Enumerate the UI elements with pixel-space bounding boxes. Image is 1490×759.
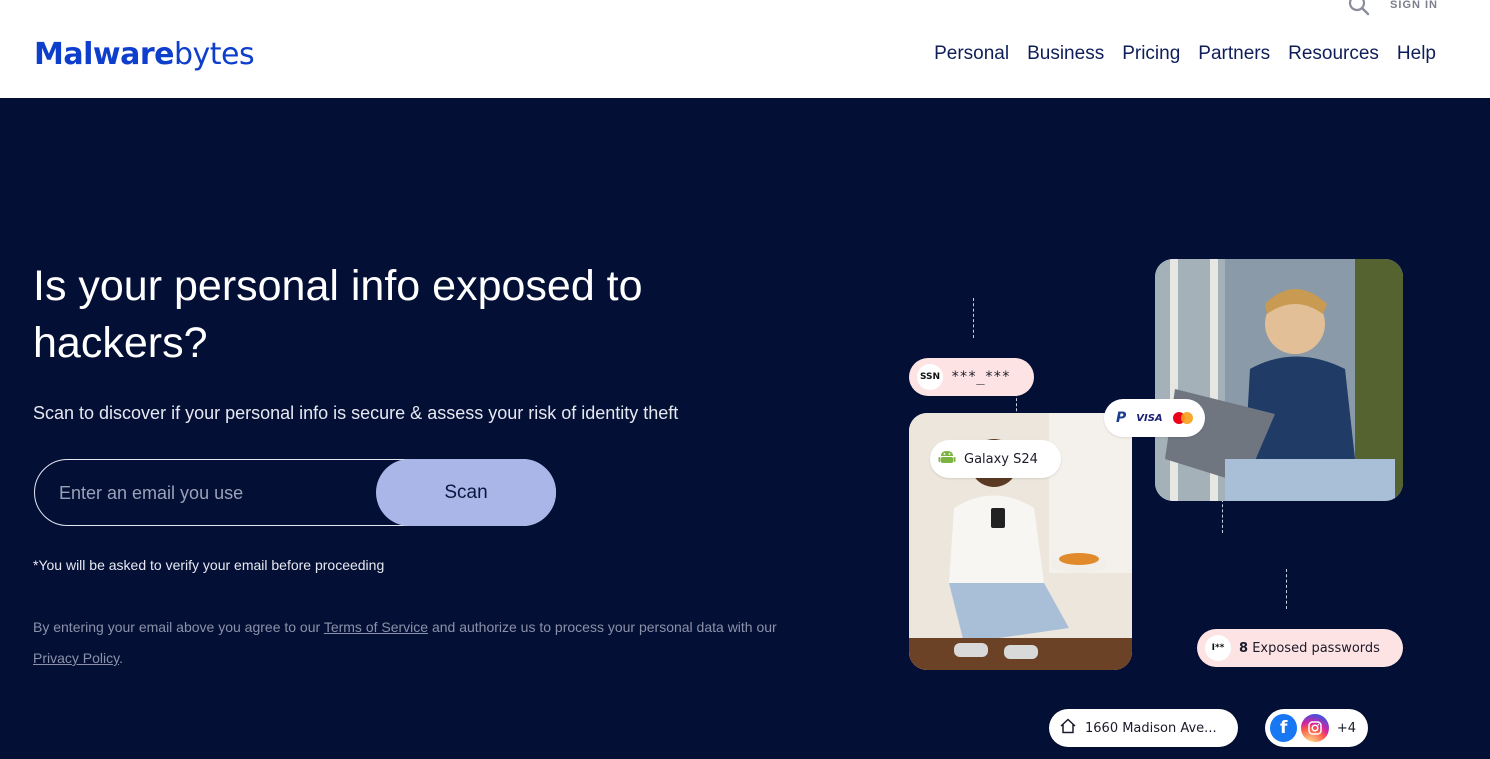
device-name: Galaxy S24 bbox=[964, 451, 1038, 467]
ssn-pill: SSN ***_*** bbox=[909, 358, 1034, 396]
nav-personal[interactable]: Personal bbox=[934, 43, 1009, 65]
visa-icon: VISA bbox=[1136, 412, 1163, 424]
connector-line bbox=[1286, 569, 1287, 609]
sign-in-link[interactable]: SIGN IN bbox=[1390, 0, 1438, 11]
exposed-passwords-label: Exposed passwords bbox=[1252, 640, 1380, 656]
device-pill: Galaxy S24 bbox=[930, 440, 1061, 478]
man-with-laptop-photo bbox=[1155, 259, 1403, 501]
exposed-passwords-pill: I** 8 Exposed passwords bbox=[1197, 629, 1403, 667]
nav-help[interactable]: Help bbox=[1397, 43, 1436, 65]
legal-disclaimer: By entering your email above you agree t… bbox=[33, 612, 813, 674]
hero-headline: Is your personal info exposed to hackers… bbox=[33, 262, 643, 367]
legal-text-suffix: . bbox=[119, 650, 123, 666]
nav-business[interactable]: Business bbox=[1027, 43, 1104, 65]
email-input[interactable] bbox=[59, 478, 369, 508]
verify-note: *You will be asked to verify your email … bbox=[33, 557, 385, 573]
facebook-icon: f bbox=[1270, 714, 1298, 742]
nav-pricing[interactable]: Pricing bbox=[1122, 43, 1180, 65]
ssn-masked-value: ***_*** bbox=[951, 369, 1011, 385]
main-nav: Personal Business Pricing Partners Resou… bbox=[934, 43, 1436, 65]
email-scan-form: Scan bbox=[34, 459, 556, 526]
exposed-passwords-count: 8 bbox=[1239, 640, 1249, 656]
exposed-passwords-text: 8 Exposed passwords bbox=[1239, 641, 1380, 656]
logo-wordmark: Malwarebytes bbox=[34, 36, 255, 72]
terms-of-service-link[interactable]: Terms of Service bbox=[324, 619, 428, 635]
nav-partners[interactable]: Partners bbox=[1198, 43, 1270, 65]
social-accounts-pill: f +4 bbox=[1265, 709, 1368, 747]
payment-pill: P VISA bbox=[1104, 399, 1205, 437]
search-icon[interactable] bbox=[1348, 0, 1370, 16]
android-icon bbox=[938, 448, 956, 470]
instagram-icon bbox=[1301, 714, 1329, 742]
paypal-icon: P bbox=[1116, 410, 1127, 426]
mastercard-icon bbox=[1172, 412, 1193, 424]
header-utilities: SIGN IN bbox=[1348, 0, 1438, 16]
legal-text-middle: and authorize us to process your persona… bbox=[428, 619, 777, 635]
site-header: Malwarebytes SIGN IN Personal Business P… bbox=[0, 0, 1490, 98]
hero-subhead: Scan to discover if your personal info i… bbox=[33, 403, 679, 423]
password-icon: I** bbox=[1205, 635, 1231, 661]
malwarebytes-logo[interactable]: Malwarebytes bbox=[34, 36, 255, 72]
address-pill: 1660 Madison Ave... bbox=[1049, 709, 1238, 747]
address-text: 1660 Madison Ave... bbox=[1085, 720, 1217, 736]
hero-section: Is your personal info exposed to hackers… bbox=[0, 98, 1490, 759]
scan-button[interactable]: Scan bbox=[376, 459, 556, 526]
connector-line bbox=[973, 298, 974, 338]
ssn-badge: SSN bbox=[917, 364, 943, 390]
nav-resources[interactable]: Resources bbox=[1288, 43, 1379, 65]
home-icon bbox=[1059, 717, 1077, 739]
privacy-policy-link[interactable]: Privacy Policy bbox=[33, 650, 119, 666]
legal-text-prefix: By entering your email above you agree t… bbox=[33, 619, 324, 635]
exposure-illustration: SSN ***_*** Galaxy S24 P VISA I** 8 Expo… bbox=[900, 253, 1420, 747]
social-more-count: +4 bbox=[1336, 720, 1356, 736]
